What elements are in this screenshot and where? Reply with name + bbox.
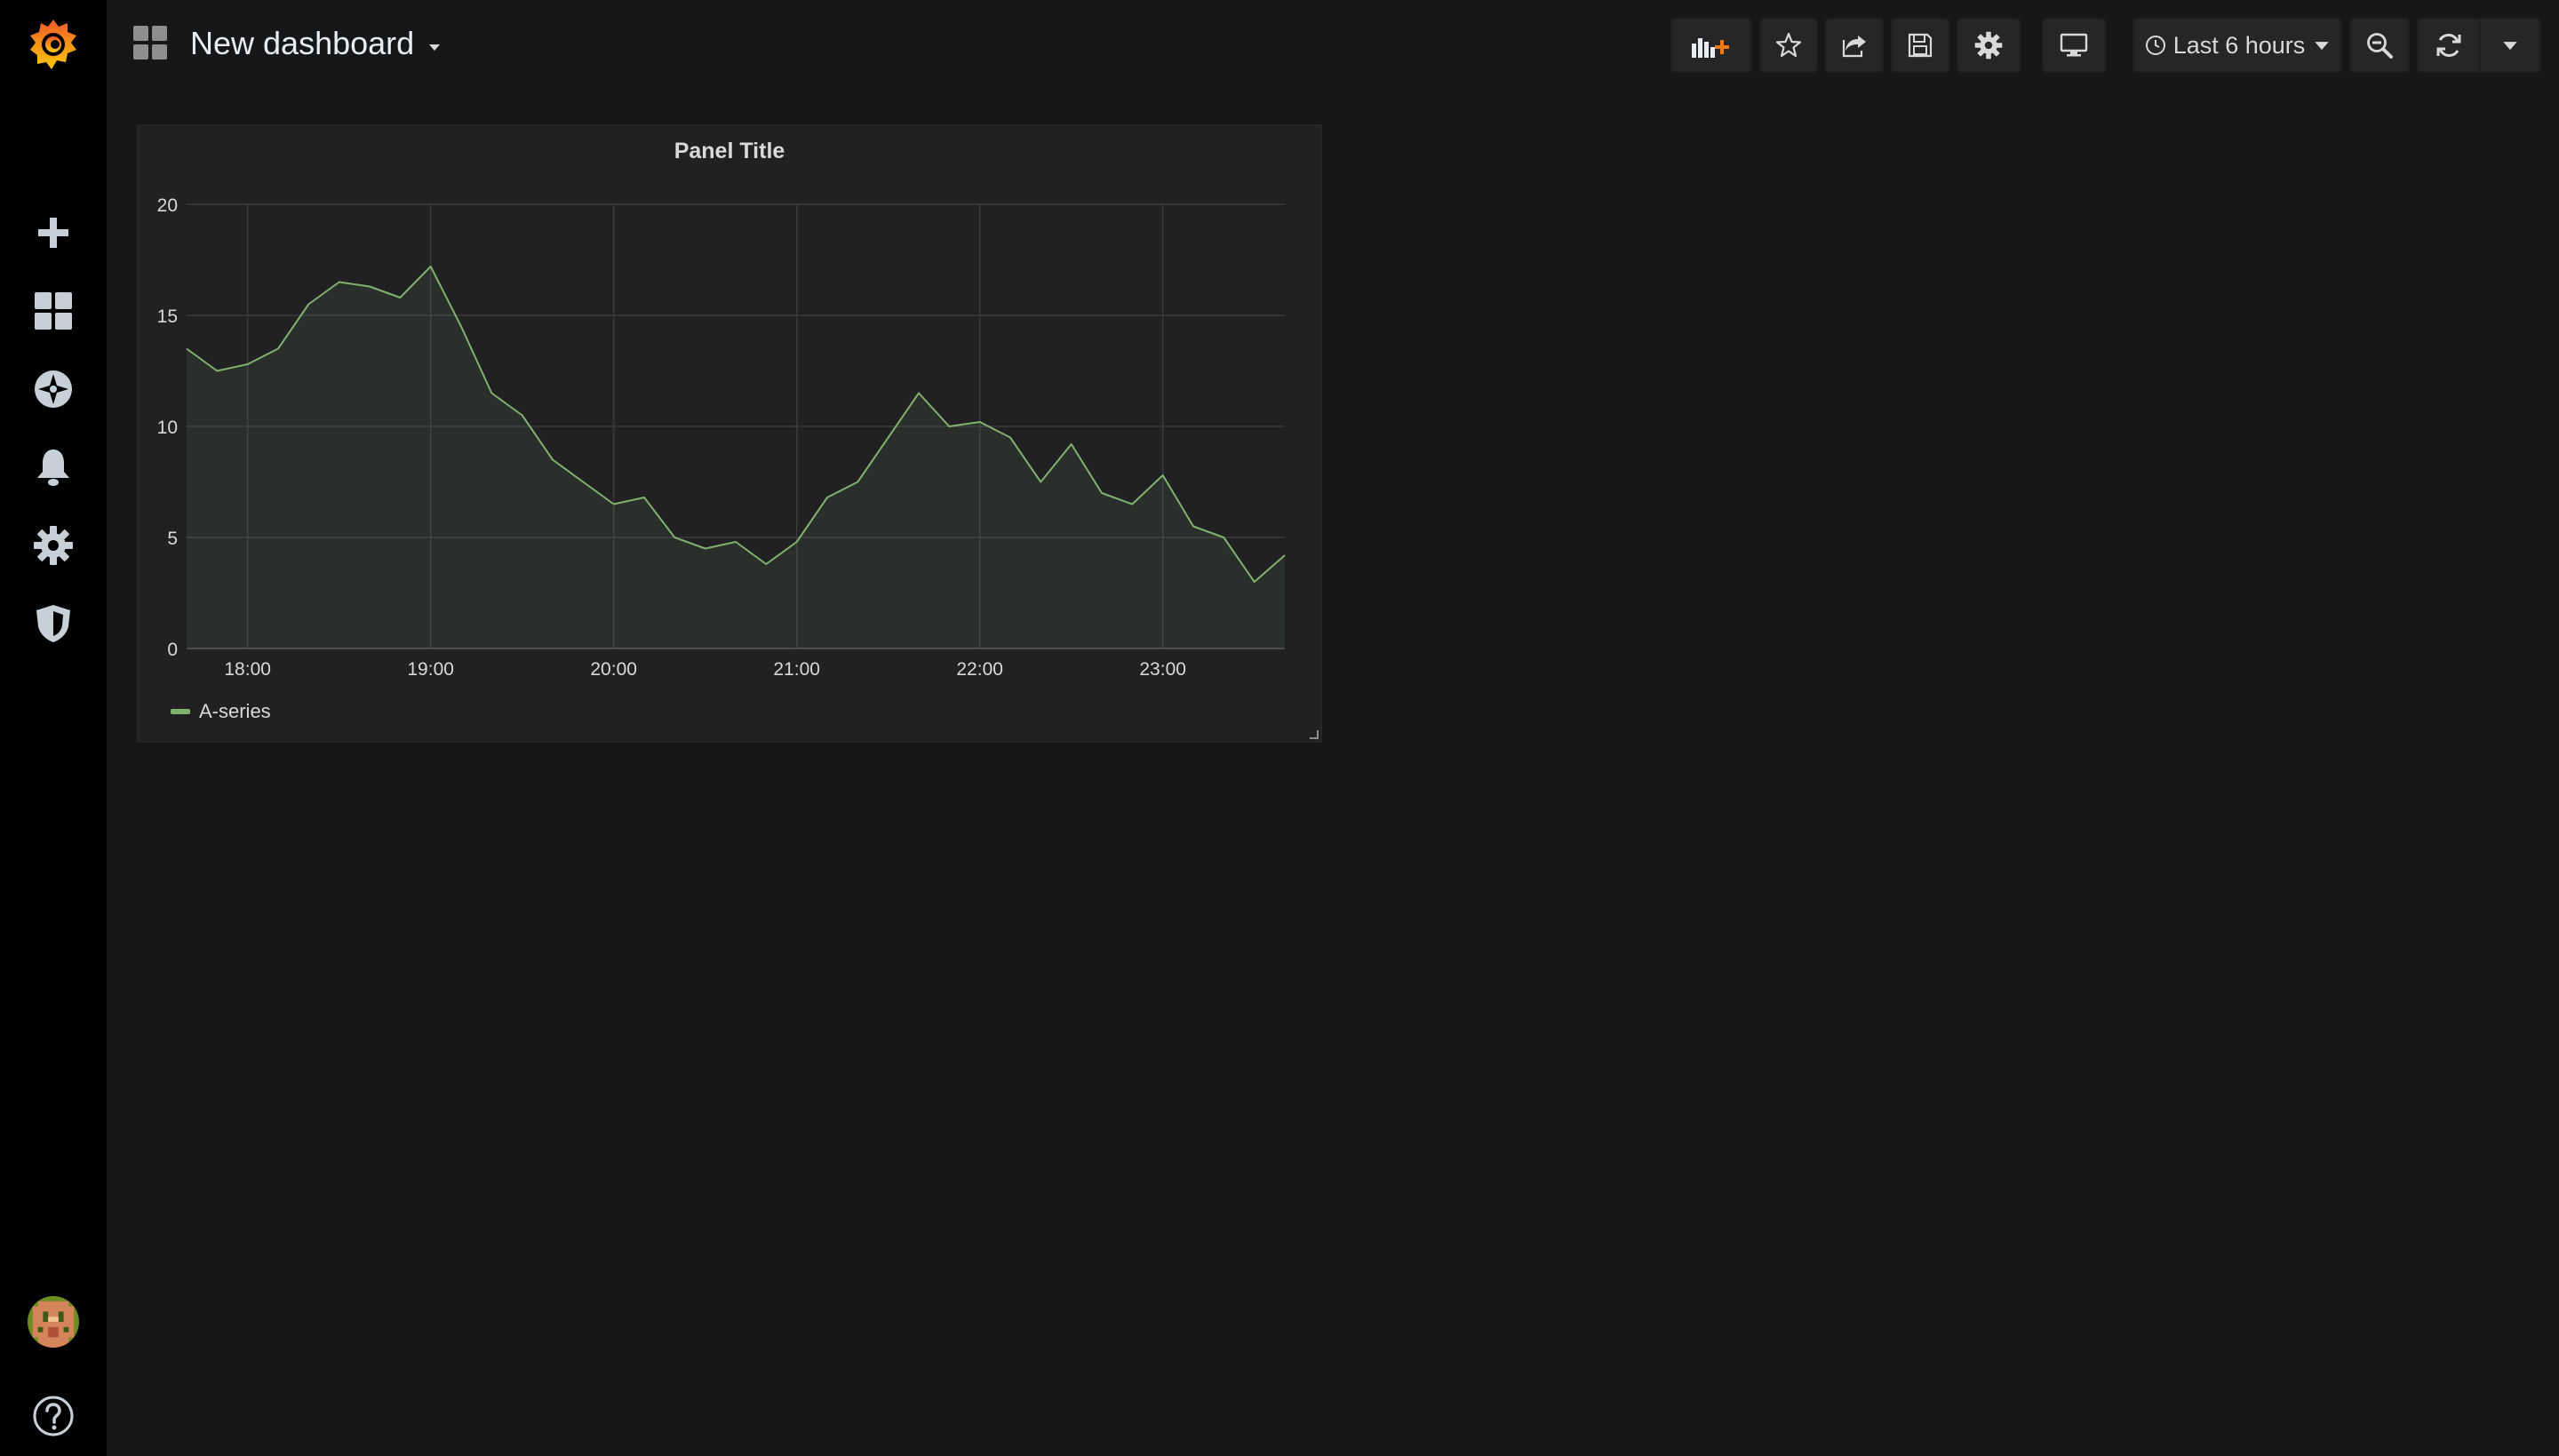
y-tick-label: 10 (157, 418, 178, 438)
x-tick-label: 23:00 (1139, 659, 1186, 680)
refresh-picker (2417, 18, 2541, 73)
dashboard-grid-icon (133, 26, 167, 60)
legend-item[interactable]: A-series (171, 700, 271, 723)
legend-swatch (171, 709, 190, 714)
help-icon (33, 1396, 74, 1436)
series-area (187, 267, 1285, 648)
caret-down-icon (2315, 42, 2330, 51)
configuration-menu-item[interactable] (0, 506, 107, 585)
y-tick-label: 0 (167, 640, 178, 660)
y-tick-label: 15 (157, 306, 178, 327)
dashboard-title: New dashboard (190, 25, 415, 61)
settings-icon (1974, 31, 2003, 60)
x-tick-label: 19:00 (407, 659, 454, 680)
grafana-logo-icon[interactable] (25, 14, 82, 75)
plus-icon (38, 218, 68, 248)
panel-resize-handle[interactable] (1310, 730, 1319, 739)
server-admin-menu-item[interactable] (0, 585, 107, 663)
graph-panel: Panel Title 0 5 10 15 20 18:00 19:00 20:00 21:00… (137, 124, 1322, 743)
zoom-out-button[interactable] (2349, 18, 2410, 73)
tv-mode-button[interactable] (2042, 18, 2106, 73)
star-icon (1775, 32, 1802, 58)
time-range-picker[interactable]: Last 6 hours (2132, 18, 2342, 73)
compass-icon (35, 370, 72, 408)
gear-icon (34, 526, 73, 565)
save-icon (1908, 33, 1933, 58)
add-panel-button[interactable] (1670, 18, 1752, 73)
clock-icon (2145, 36, 2165, 55)
legend-label: A-series (199, 700, 271, 722)
tv-mode-icon (2060, 33, 2088, 57)
bell-icon (37, 450, 69, 486)
x-tick-label: 18:00 (224, 659, 271, 680)
dashboard-settings-button[interactable] (1957, 18, 2021, 73)
caret-down-icon (429, 44, 441, 51)
share-button[interactable] (1825, 18, 1884, 73)
star-button[interactable] (1759, 18, 1818, 73)
refresh-icon (2436, 34, 2461, 57)
avatar[interactable] (28, 1296, 79, 1348)
zoom-out-icon (2367, 33, 2393, 59)
create-menu-item[interactable] (0, 194, 107, 272)
dashboards-grid-icon (35, 292, 72, 330)
refresh-button[interactable] (2419, 20, 2479, 71)
alerting-menu-item[interactable] (0, 428, 107, 506)
shield-icon (36, 605, 70, 642)
time-range-label: Last 6 hours (2172, 31, 2306, 59)
share-icon (1842, 36, 1866, 58)
add-panel-icon (1692, 38, 1729, 58)
x-tick-label: 20:00 (590, 659, 637, 680)
side-menu (0, 0, 107, 1456)
y-tick-label: 5 (167, 529, 178, 549)
dashboard-navbar: New dashboard Last 6 hours (107, 0, 2559, 92)
y-tick-label: 20 (157, 195, 178, 216)
dashboard-title-picker[interactable]: New dashboard (133, 25, 441, 62)
graph-chart[interactable]: 0 5 10 15 20 18:00 19:00 20:00 21:00 22:00 23:00 (139, 126, 1324, 695)
refresh-interval-dropdown[interactable] (2481, 20, 2539, 71)
help-button[interactable] (0, 1376, 107, 1456)
side-nav (0, 194, 107, 663)
dashboards-menu-item[interactable] (0, 272, 107, 350)
x-tick-label: 21:00 (773, 659, 820, 680)
save-button[interactable] (1891, 18, 1949, 73)
caret-down-icon (2503, 42, 2517, 51)
x-tick-label: 22:00 (956, 659, 1003, 680)
side-menu-bottom (0, 1296, 107, 1456)
explore-menu-item[interactable] (0, 350, 107, 428)
